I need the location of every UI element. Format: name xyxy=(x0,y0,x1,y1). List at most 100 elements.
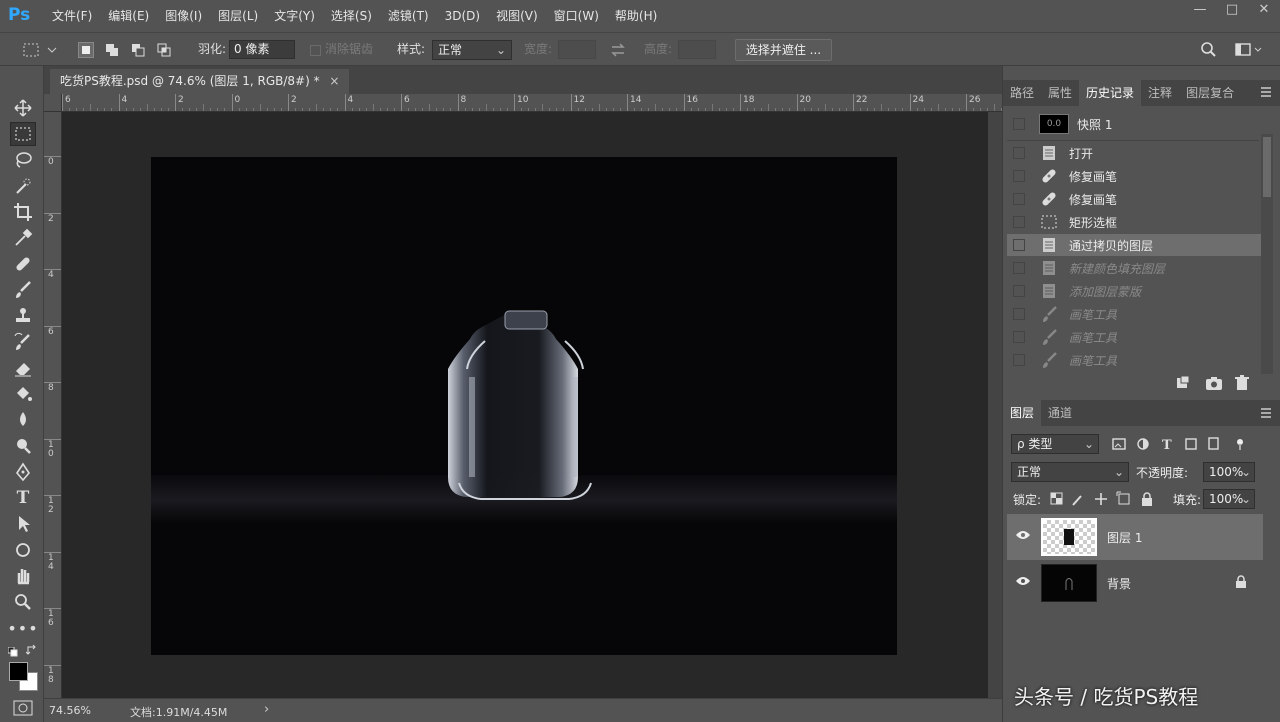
panel-menu-icon[interactable] xyxy=(1259,86,1273,98)
menu-item-6[interactable]: 滤镜(T) xyxy=(380,0,437,32)
history-state-0[interactable]: 打开 xyxy=(1007,142,1261,164)
menu-item-1[interactable]: 编辑(E) xyxy=(100,0,157,32)
blur-tool-icon[interactable] xyxy=(10,408,36,432)
intersect-selection-button[interactable] xyxy=(156,42,172,58)
style-select[interactable]: 正常 ⌄ xyxy=(432,40,512,60)
path-selection-tool-icon[interactable] xyxy=(10,512,36,536)
history-source-checkbox[interactable] xyxy=(1013,354,1025,366)
quick-mask-icon[interactable] xyxy=(13,700,33,716)
vertical-scrollbar[interactable] xyxy=(988,112,1002,698)
workspace-switcher-icon[interactable] xyxy=(1235,42,1263,58)
history-state-9[interactable]: 画笔工具 xyxy=(1007,349,1261,371)
close-button[interactable]: ✕ xyxy=(1248,0,1280,22)
blend-mode-select[interactable]: 正常 ⌄ xyxy=(1011,462,1129,482)
height-input[interactable] xyxy=(678,40,716,59)
camera-icon[interactable] xyxy=(1205,375,1223,391)
menu-item-10[interactable]: 帮助(H) xyxy=(607,0,665,32)
swap-arrows-icon[interactable] xyxy=(609,42,627,58)
paint-bucket-tool-icon[interactable] xyxy=(10,382,36,406)
history-source-checkbox[interactable] xyxy=(1013,216,1025,228)
add-selection-button[interactable] xyxy=(104,42,120,58)
close-tab-icon[interactable]: × xyxy=(329,74,339,88)
history-state-4[interactable]: 通过拷贝的图层 xyxy=(1007,234,1261,256)
menu-item-5[interactable]: 选择(S) xyxy=(323,0,380,32)
history-state-2[interactable]: 修复画笔 xyxy=(1007,188,1261,210)
select-and-mask-button[interactable]: 选择并遮住 ... xyxy=(735,39,832,61)
history-tab-2[interactable]: 历史记录 xyxy=(1079,80,1142,106)
history-source-checkbox[interactable] xyxy=(1013,331,1025,343)
type-tool-icon[interactable]: T xyxy=(10,486,36,510)
document-canvas[interactable] xyxy=(151,157,897,655)
tool-preset-picker[interactable] xyxy=(20,40,60,60)
history-tab-3[interactable]: 注释 xyxy=(1141,80,1179,106)
history-state-1[interactable]: 修复画笔 xyxy=(1007,165,1261,187)
history-tab-4[interactable]: 图层复合 xyxy=(1179,80,1241,106)
layers-tab-1[interactable]: 通道 xyxy=(1041,400,1079,426)
menu-item-3[interactable]: 图层(L) xyxy=(210,0,266,32)
history-source-checkbox[interactable] xyxy=(1013,170,1025,182)
hand-tool-icon[interactable] xyxy=(10,564,36,588)
lock-options[interactable] xyxy=(1049,491,1159,507)
history-source-checkbox[interactable] xyxy=(1013,285,1025,297)
history-scrollbar[interactable] xyxy=(1261,134,1273,374)
history-brush-tool-icon[interactable] xyxy=(10,330,36,354)
menu-item-4[interactable]: 文字(Y) xyxy=(266,0,323,32)
lasso-tool-icon[interactable] xyxy=(10,148,36,172)
search-icon[interactable] xyxy=(1199,41,1217,59)
layers-tab-0[interactable]: 图层 xyxy=(1003,400,1042,426)
layer-row-layer1[interactable]: 图层 1 xyxy=(1007,514,1263,560)
menu-item-9[interactable]: 窗口(W) xyxy=(546,0,607,32)
snapshot-source-checkbox[interactable] xyxy=(1013,118,1025,130)
history-state-7[interactable]: 画笔工具 xyxy=(1007,303,1261,325)
history-state-3[interactable]: 矩形选框 xyxy=(1007,211,1261,233)
layer-filter-select[interactable]: ρ 类型 ⌄ xyxy=(1011,434,1099,454)
history-state-6[interactable]: 添加图层蒙版 xyxy=(1007,280,1261,302)
menu-item-8[interactable]: 视图(V) xyxy=(488,0,546,32)
swap-colors-icon[interactable] xyxy=(25,644,38,656)
more-tools-icon[interactable]: ••• xyxy=(7,616,37,640)
move-tool-icon[interactable] xyxy=(10,96,36,120)
opacity-input[interactable]: 100% ⌄ xyxy=(1203,462,1255,482)
layers-panel-menu-icon[interactable] xyxy=(1259,407,1273,419)
eye-icon[interactable] xyxy=(1015,529,1031,541)
history-source-checkbox[interactable] xyxy=(1013,262,1025,274)
quick-selection-tool-icon[interactable] xyxy=(10,174,36,198)
eraser-tool-icon[interactable] xyxy=(10,356,36,380)
clone-stamp-tool-icon[interactable] xyxy=(10,304,36,328)
zoom-level[interactable]: 74.56% xyxy=(49,704,91,717)
fill-input[interactable]: 100% ⌄ xyxy=(1203,489,1255,509)
ellipse-tool-icon[interactable] xyxy=(10,538,36,562)
new-document-from-state-icon[interactable] xyxy=(1175,375,1191,391)
eyedropper-tool-icon[interactable] xyxy=(10,226,36,250)
brush-tool-icon[interactable] xyxy=(10,278,36,302)
history-source-checkbox[interactable] xyxy=(1013,193,1025,205)
eye-icon[interactable] xyxy=(1015,575,1031,587)
default-colors-icon[interactable] xyxy=(7,646,18,657)
history-state-5[interactable]: 新建颜色填充图层 xyxy=(1007,257,1261,279)
menu-item-2[interactable]: 图像(I) xyxy=(157,0,210,32)
zoom-tool-icon[interactable] xyxy=(10,590,36,614)
menu-item-7[interactable]: 3D(D) xyxy=(437,0,488,32)
healing-brush-tool-icon[interactable] xyxy=(10,252,36,276)
rectangular-marquee-tool-icon[interactable] xyxy=(10,122,36,146)
new-selection-button[interactable] xyxy=(78,42,94,58)
width-input[interactable] xyxy=(558,40,596,59)
history-source-checkbox[interactable] xyxy=(1013,147,1025,159)
document-tab[interactable]: 吃货PS教程.psd @ 74.6% (图层 1, RGB/8#) * × xyxy=(50,69,350,94)
history-tab-1[interactable]: 属性 xyxy=(1041,80,1079,106)
history-tab-0[interactable]: 路径 xyxy=(1003,80,1041,106)
subtract-selection-button[interactable] xyxy=(130,42,146,58)
layer1-name[interactable]: 图层 1 xyxy=(1107,529,1142,546)
pen-tool-icon[interactable] xyxy=(10,460,36,484)
ruler-origin[interactable] xyxy=(44,94,62,112)
menu-item-0[interactable]: 文件(F) xyxy=(44,0,100,32)
crop-tool-icon[interactable] xyxy=(10,200,36,224)
minimize-button[interactable]: — xyxy=(1184,0,1216,22)
status-menu-arrow[interactable]: › xyxy=(264,702,269,717)
dodge-tool-icon[interactable] xyxy=(10,434,36,458)
restore-button[interactable]: □ xyxy=(1216,0,1248,22)
foreground-color-swatch[interactable] xyxy=(9,662,28,681)
layer-row-background[interactable]: 背景 xyxy=(1007,560,1263,606)
trash-icon[interactable] xyxy=(1234,375,1250,391)
history-snapshot[interactable]: 0.0 快照 1 xyxy=(1007,113,1261,135)
